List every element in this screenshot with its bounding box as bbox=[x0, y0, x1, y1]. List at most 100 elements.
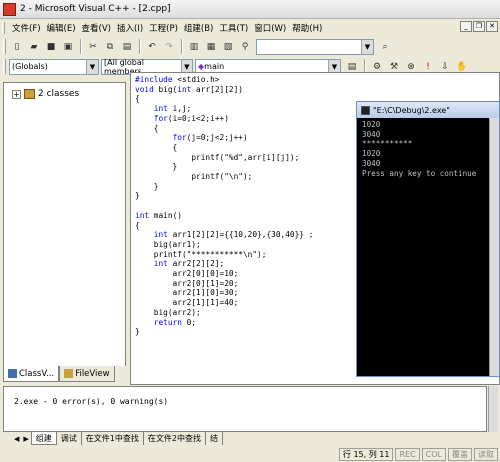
console-line: Press any key to continue bbox=[362, 168, 477, 178]
undo-icon[interactable]: ↶ bbox=[144, 39, 160, 55]
find-icon[interactable]: ⌕ bbox=[377, 39, 393, 55]
tab-find-in-files-1[interactable]: 在文件1中查找 bbox=[82, 432, 144, 445]
code-line[interactable]: { bbox=[135, 94, 313, 104]
console-output: 1020 3040 *********** 1020 3040 Press any key… bbox=[362, 120, 476, 178]
console-line: *********** bbox=[362, 139, 413, 149]
menu-insert[interactable]: 插入(I) bbox=[114, 22, 146, 34]
code-line[interactable]: arr2[1][0]=30; bbox=[135, 288, 313, 298]
classes-icon bbox=[24, 89, 35, 99]
code-line[interactable]: } bbox=[135, 182, 313, 192]
code-line[interactable]: int i,j; bbox=[135, 104, 313, 114]
save-all-icon[interactable]: ▣ bbox=[60, 39, 76, 55]
menu-file[interactable]: 文件(F) bbox=[9, 22, 44, 34]
toolbar-grip bbox=[3, 59, 6, 74]
output-scrollbar[interactable] bbox=[488, 386, 498, 432]
console-title: "E:\C\Debug\2.exe" bbox=[373, 105, 450, 115]
code-line[interactable]: big(arr2); bbox=[135, 308, 313, 318]
save-icon[interactable]: ■ bbox=[43, 39, 59, 55]
tab-classview[interactable]: ClassV... bbox=[3, 366, 60, 382]
window-list-icon[interactable]: ▧ bbox=[220, 39, 236, 55]
code-line[interactable]: arr2[0][0]=10; bbox=[135, 269, 313, 279]
tab-scroll-right-icon[interactable]: ▶ bbox=[21, 435, 30, 443]
code-line[interactable]: for(j=0;j<2;j++) bbox=[135, 133, 313, 143]
find-in-files-icon[interactable]: ⚲ bbox=[237, 39, 253, 55]
tab-results[interactable]: 结 bbox=[206, 432, 223, 445]
code-line[interactable]: arr2[0][1]=20; bbox=[135, 279, 313, 289]
tree-item-label: 2 classes bbox=[38, 89, 80, 99]
code-line[interactable]: return 0; bbox=[135, 318, 313, 328]
menu-help[interactable]: 帮助(H) bbox=[289, 22, 325, 34]
status-bar: 行 15, 列 11 REC COL 覆盖 读取 bbox=[0, 447, 500, 462]
code-line[interactable]: for(i=0;i<2;i++) bbox=[135, 114, 313, 124]
console-title-bar[interactable]: "E:\C\Debug\2.exe" bbox=[357, 102, 499, 118]
workspace-icon[interactable]: ▥ bbox=[186, 39, 202, 55]
output-panel: 2.exe - 0 error(s), 0 warning(s) bbox=[3, 386, 487, 432]
menu-tools[interactable]: 工具(T) bbox=[216, 22, 251, 34]
status-col: COL bbox=[421, 448, 446, 461]
code-line[interactable]: int main() bbox=[135, 211, 313, 221]
code-line[interactable]: } bbox=[135, 327, 313, 337]
code-line[interactable]: } bbox=[135, 191, 313, 201]
cut-icon[interactable]: ✂ bbox=[85, 39, 101, 55]
workspace-tabs: ClassV... FileView bbox=[3, 366, 126, 382]
source-code[interactable]: #include <stdio.h> void big(int arr[2][2]… bbox=[135, 75, 313, 337]
status-read: 读取 bbox=[474, 448, 498, 461]
code-line[interactable]: { bbox=[135, 143, 313, 153]
app-icon bbox=[3, 2, 16, 16]
console-line: 3040 bbox=[362, 129, 381, 139]
new-file-icon[interactable]: ▯ bbox=[9, 39, 25, 55]
globals-combo-value: (Globals) bbox=[12, 62, 48, 71]
classview-icon bbox=[8, 369, 17, 378]
menu-build[interactable]: 组建(B) bbox=[181, 22, 216, 34]
tab-find-in-files-2[interactable]: 在文件2中查找 bbox=[144, 432, 206, 445]
menu-project[interactable]: 工程(P) bbox=[146, 22, 181, 34]
menu-edit[interactable]: 编辑(E) bbox=[44, 22, 79, 34]
menu-view[interactable]: 查看(V) bbox=[79, 22, 114, 34]
find-combo[interactable]: ▼ bbox=[256, 38, 374, 55]
code-line[interactable]: #include <stdio.h> bbox=[135, 75, 313, 85]
console-scrollbar[interactable] bbox=[489, 118, 499, 376]
minimize-icon[interactable]: _ bbox=[460, 21, 472, 32]
tree-item-classes[interactable]: + 2 classes bbox=[12, 89, 79, 99]
menu-bar: 文件(F) 编辑(E) 查看(V) 插入(I) 工程(P) 组建(B) 工具(T… bbox=[0, 19, 500, 36]
function-combo-value: ◆main bbox=[198, 62, 225, 71]
globals-combo[interactable]: (Globals) ▼ bbox=[9, 58, 99, 75]
code-line[interactable] bbox=[135, 201, 313, 211]
code-line[interactable]: { bbox=[135, 221, 313, 231]
code-line[interactable]: } bbox=[135, 162, 313, 172]
copy-icon[interactable]: ⧉ bbox=[102, 39, 118, 55]
redo-icon[interactable]: ↷ bbox=[161, 39, 177, 55]
close-icon[interactable]: ✕ bbox=[486, 21, 498, 32]
status-rec: REC bbox=[395, 448, 420, 461]
chevron-down-icon[interactable]: ▼ bbox=[86, 59, 98, 74]
title-bar: 2 - Microsoft Visual C++ - [2.cpp] bbox=[0, 0, 500, 19]
window-title: 2 - Microsoft Visual C++ - [2.cpp] bbox=[20, 4, 171, 14]
code-line[interactable]: printf("\n"); bbox=[135, 172, 313, 182]
tab-fileview[interactable]: FileView bbox=[59, 366, 115, 382]
menu-window[interactable]: 窗口(W) bbox=[251, 22, 289, 34]
open-folder-icon[interactable]: ▰ bbox=[26, 39, 42, 55]
tab-build[interactable]: 组建 bbox=[30, 432, 57, 445]
console-window[interactable]: "E:\C\Debug\2.exe" 1020 3040 *********** 10… bbox=[356, 101, 500, 377]
output-tabs: ◀ ▶ 组建 调试 在文件1中查找 在文件2中查找 结 bbox=[12, 432, 223, 445]
code-line[interactable]: int arr2[2][2]; bbox=[135, 259, 313, 269]
console-line: 3040 bbox=[362, 158, 381, 168]
paste-icon[interactable]: ▤ bbox=[119, 39, 135, 55]
console-line: 1020 bbox=[362, 120, 381, 129]
tab-scroll-left-icon[interactable]: ◀ bbox=[12, 435, 21, 443]
code-line[interactable]: printf("%d",arr[i][j]); bbox=[135, 153, 313, 163]
code-line[interactable]: big(arr1); bbox=[135, 240, 313, 250]
code-line[interactable]: { bbox=[135, 124, 313, 134]
status-overwrite: 覆盖 bbox=[448, 448, 472, 461]
chevron-down-icon[interactable]: ▼ bbox=[361, 39, 373, 54]
cursor-position: 行 15, 列 11 bbox=[338, 448, 394, 461]
code-line[interactable]: void big(int arr[2][2]) bbox=[135, 85, 313, 95]
expand-icon[interactable]: + bbox=[12, 89, 21, 99]
build-result: 2.exe - 0 error(s), 0 warning(s) bbox=[14, 397, 169, 406]
code-line[interactable]: printf("***********\n"); bbox=[135, 250, 313, 260]
code-line[interactable]: int arr1[2][2]={{10,20},{30,40}} ; bbox=[135, 230, 314, 240]
tab-debug[interactable]: 调试 bbox=[57, 432, 82, 445]
restore-icon[interactable]: ❐ bbox=[473, 21, 485, 32]
output-window-icon[interactable]: ▦ bbox=[203, 39, 219, 55]
code-line[interactable]: arr2[1][1]=40; bbox=[135, 298, 313, 308]
